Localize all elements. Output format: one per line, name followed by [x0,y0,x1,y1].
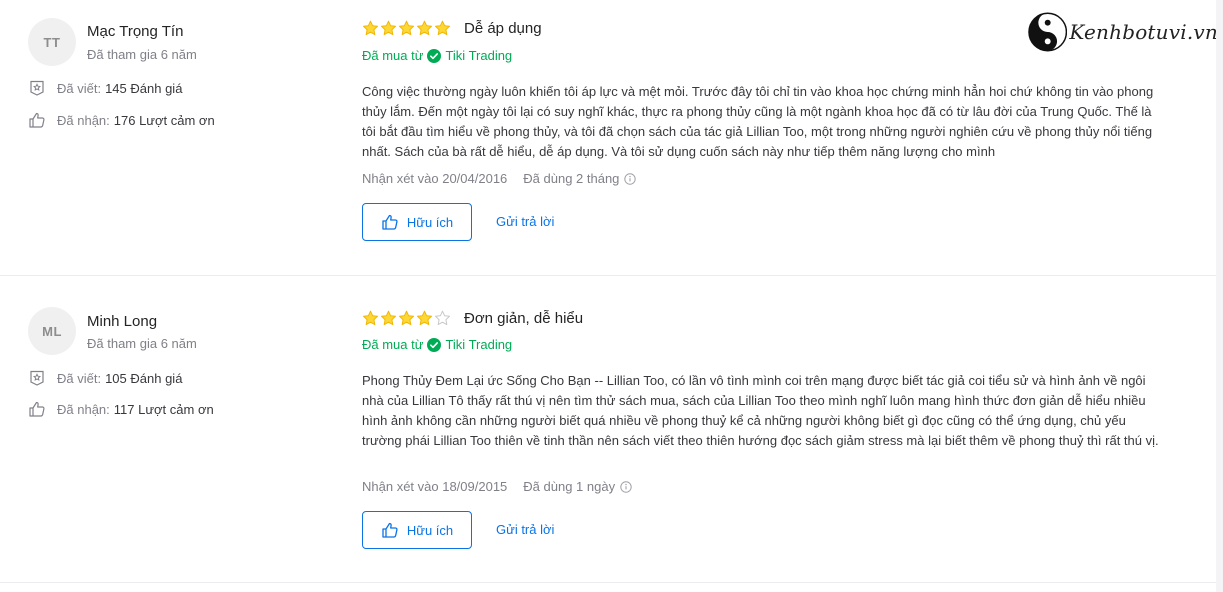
review-body: Phong Thủy Đem Lại ức Sống Cho Bạn -- Li… [362,373,1159,448]
star-filled-icon [399,20,414,36]
written-label: Đã viết: [57,80,102,96]
usage-duration: Đã dùng 2 tháng [523,171,620,186]
star-filled-icon [435,20,450,36]
scrollbar[interactable] [1216,0,1223,592]
review-title: Đơn giản, dễ hiểu [464,310,584,327]
star-filled-icon [381,20,396,36]
bought-label: Đã mua từ [362,337,424,352]
thumbs-up-icon [382,522,398,538]
usage-duration: Đã dùng 1 ngày [523,479,616,494]
seller-name: Tiki Trading [445,48,513,63]
star-filled-icon [363,310,378,326]
received-stat: Đã nhận: 176 Lượt cảm ơn [28,111,215,129]
review-meta: Nhận xét vào 18/09/2015 Đã dùng 1 ngày [362,479,632,494]
reviewer-name: Mạc Trọng Tín [87,23,184,40]
joined-text: Đã tham gia 6 năm [87,336,197,351]
review-badge-icon [30,80,44,96]
written-count: 105 Đánh giá [105,370,183,386]
info-icon[interactable] [620,480,632,493]
received-label: Đã nhận: [57,401,110,417]
reviewer-name: Minh Long [87,313,158,330]
written-label: Đã viết: [57,370,102,386]
helpful-button[interactable]: Hữu ích [362,203,472,241]
received-count: 176 Lượt cảm ơn [113,112,215,128]
bought-label: Đã mua từ [362,48,424,63]
check-circle-icon [427,337,442,352]
helpful-label: Hữu ích [406,522,454,538]
rating-stars [362,20,452,37]
reply-link[interactable]: Gửi trả lời [496,214,554,229]
avatar: ML [28,307,76,355]
review-badge-icon [30,370,44,386]
received-label: Đã nhận: [57,112,110,128]
seller-name: Tiki Trading [445,337,513,352]
written-stat: Đã viết: 105 Đánh giá [28,369,182,387]
bought-from: Đã mua từ Tiki Trading [362,48,512,63]
thumbs-up-icon [29,401,45,417]
avatar: TT [28,18,76,66]
helpful-button[interactable]: Hữu ích [362,511,472,549]
review-date: Nhận xét vào 20/04/2016 [362,171,508,186]
review-date: Nhận xét vào 18/09/2015 [362,479,508,494]
rating-row: Dễ áp dụng [362,20,542,37]
written-count: 145 Đánh giá [105,80,183,96]
received-stat: Đã nhận: 117 Lượt cảm ơn [28,400,214,418]
review-body: Công việc thường ngày luôn khiến tôi áp … [362,84,1154,159]
review-meta: Nhận xét vào 20/04/2016 Đã dùng 2 tháng [362,171,637,186]
review-item: ML Minh Long Đã tham gia 6 năm Đã viết: … [0,276,1223,583]
bought-from: Đã mua từ Tiki Trading [362,337,512,352]
review-item: TT Mạc Trọng Tín Đã tham gia 6 năm Đã vi… [0,0,1223,276]
thumbs-up-icon [382,214,398,230]
star-filled-icon [399,310,414,326]
info-icon[interactable] [624,172,637,185]
rating-stars [362,310,452,327]
star-filled-icon [417,20,432,36]
helpful-label: Hữu ích [406,214,454,230]
written-stat: Đã viết: 145 Đánh giá [28,79,182,97]
check-circle-icon [427,48,442,63]
joined-text: Đã tham gia 6 năm [87,47,197,62]
review-title: Dễ áp dụng [464,20,542,37]
star-empty-icon [435,310,450,326]
thumbs-up-icon [29,112,45,128]
star-filled-icon [381,310,396,326]
received-count: 117 Lượt cảm ơn [113,401,214,417]
star-filled-icon [417,310,432,326]
reply-link[interactable]: Gửi trả lời [496,522,554,537]
rating-row: Đơn giản, dễ hiểu [362,310,583,327]
star-filled-icon [363,20,378,36]
